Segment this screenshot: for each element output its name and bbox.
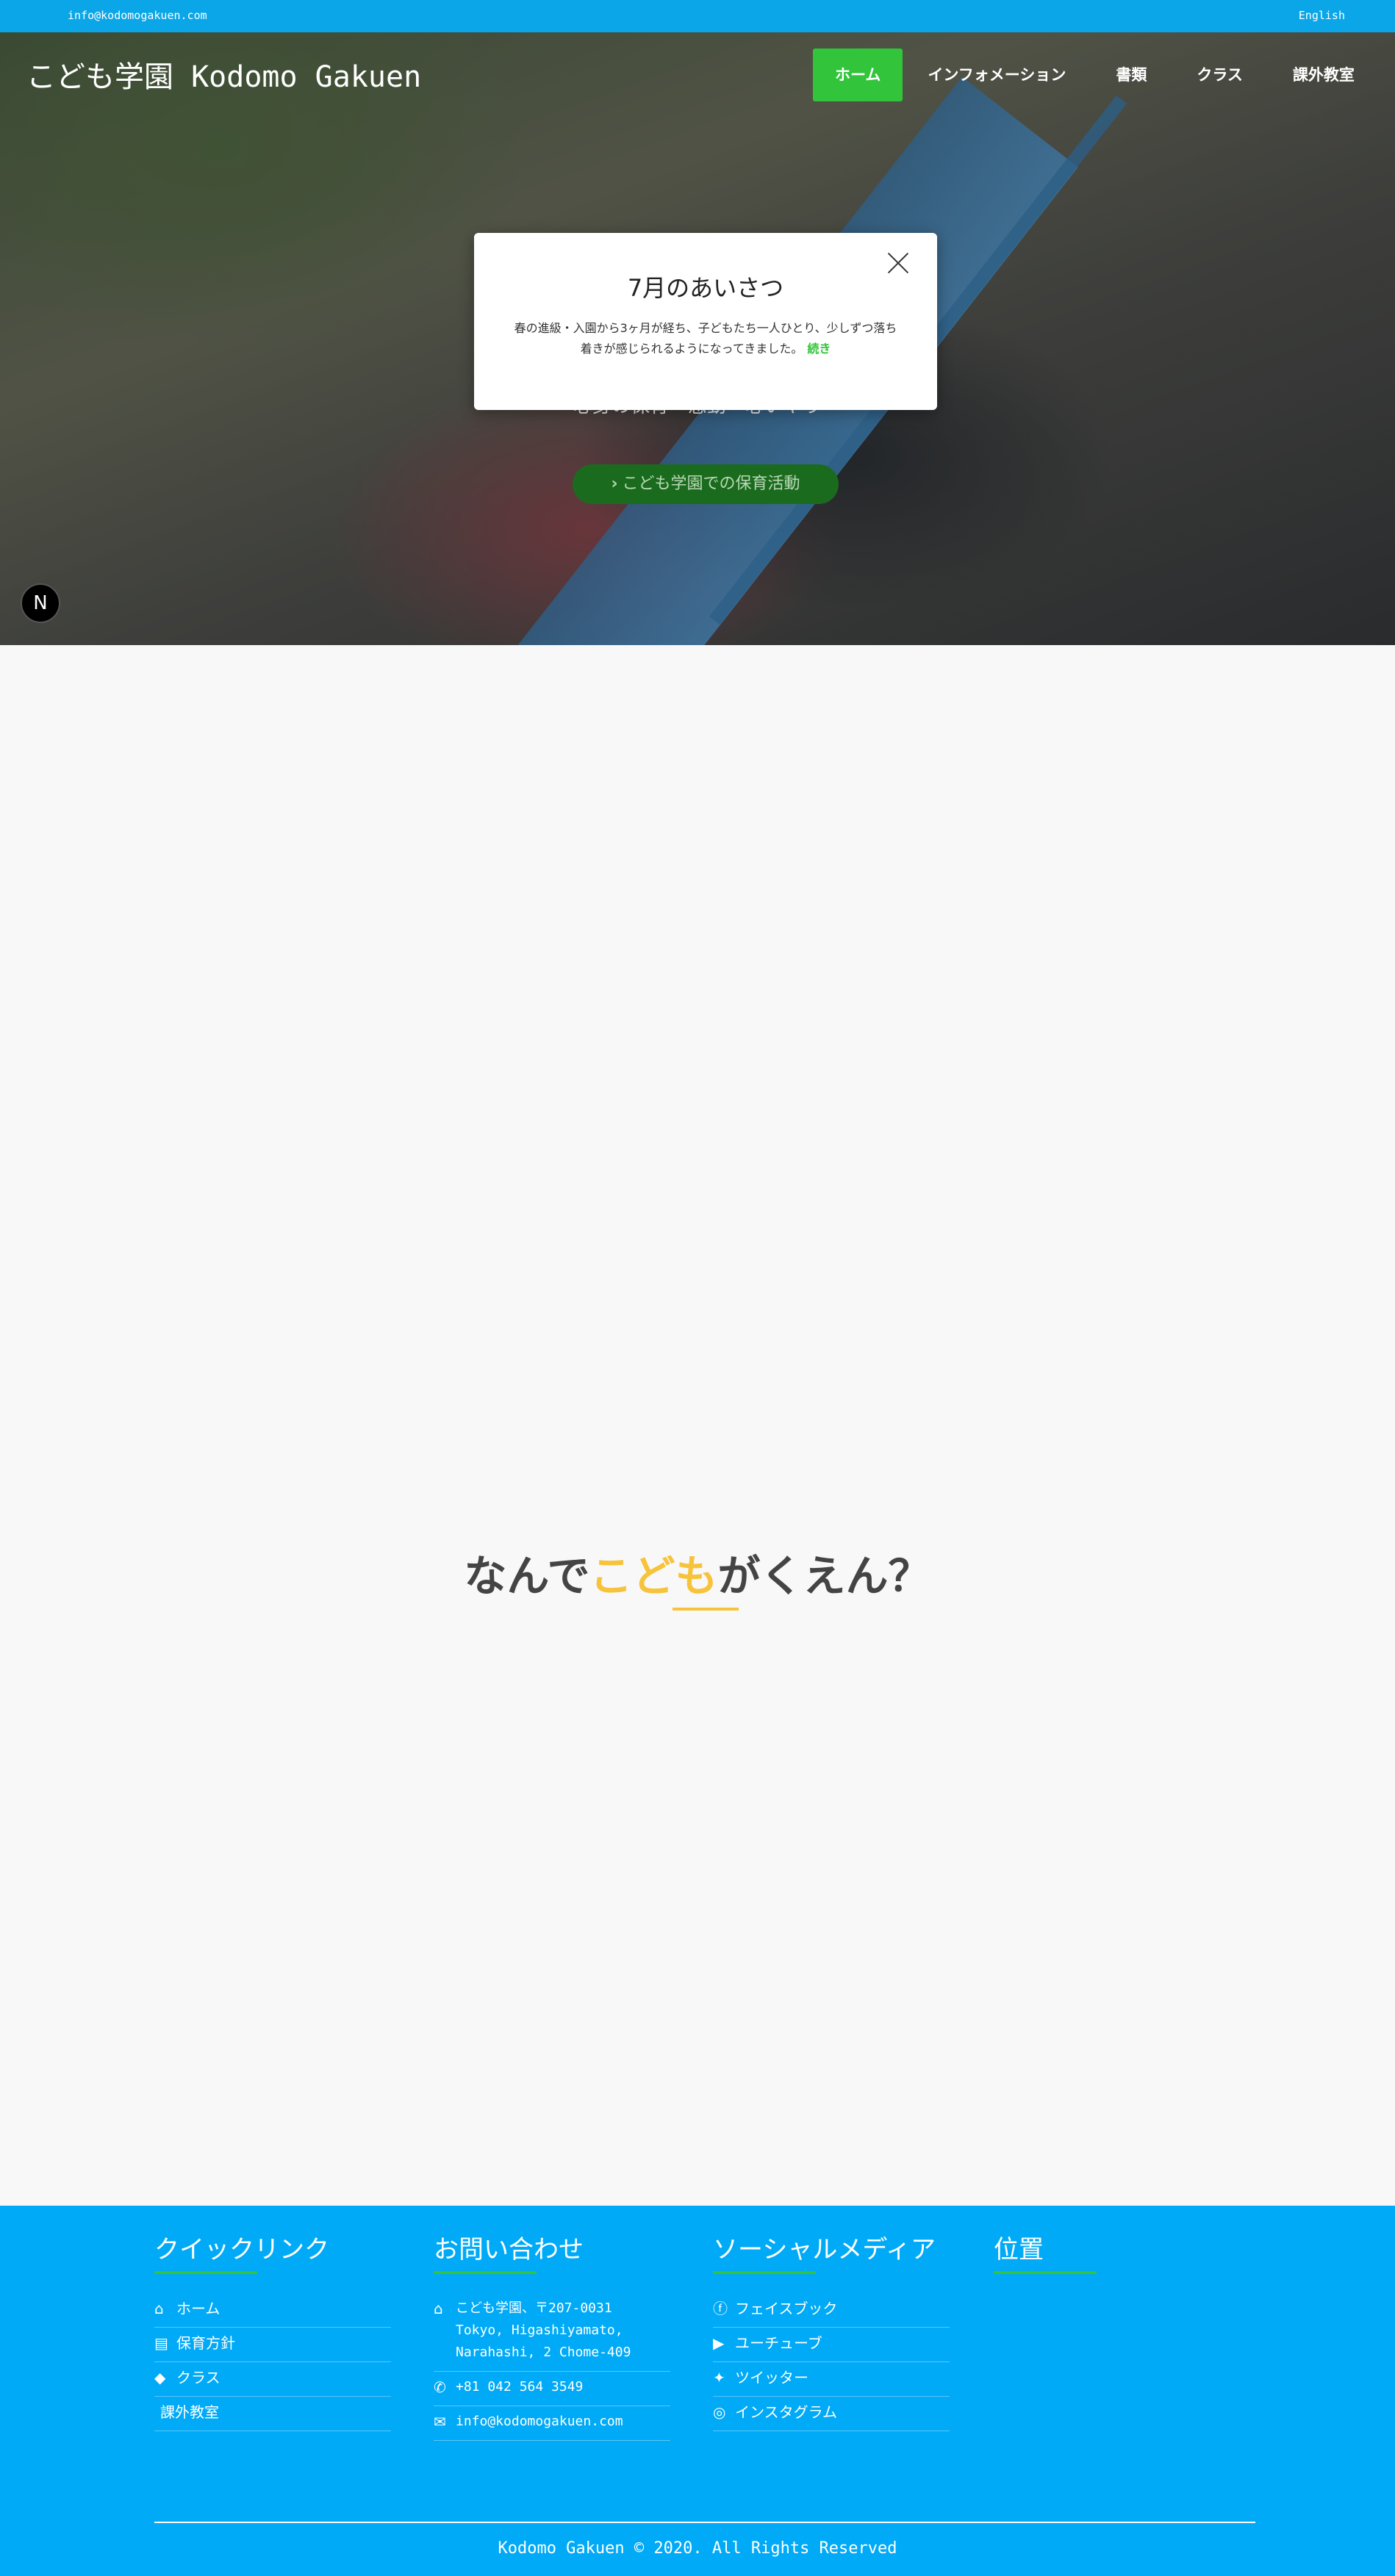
contact-email[interactable]: ✉ info@kodomogakuen.com bbox=[434, 2406, 670, 2441]
why-heading-after: がくえん？ bbox=[717, 1551, 931, 1601]
quicklink-label: 保育方針 bbox=[176, 2334, 235, 2352]
modal-title: 7月のあいさつ bbox=[627, 274, 784, 302]
quicklinks-title: クイックリンク bbox=[154, 2235, 329, 2264]
quicklink-extracurricular[interactable]: 課外教室 bbox=[154, 2397, 391, 2431]
footer-contact: お問い合わせ ⌂ こども学園、〒207-0031 Tokyo, Higashiya… bbox=[434, 2229, 670, 2441]
footer-divider bbox=[154, 2522, 1255, 2523]
social-label: ツイッター bbox=[735, 2369, 808, 2386]
contact-title: お問い合わせ bbox=[434, 2235, 584, 2264]
twitter-icon: ✦ bbox=[713, 2369, 725, 2386]
social-label: インスタグラム bbox=[735, 2403, 837, 2421]
contact-underline bbox=[434, 2271, 537, 2274]
top-bar: info@kodomogakuen.com English bbox=[0, 0, 1395, 32]
chevron-right-icon: › bbox=[611, 475, 618, 493]
contact-phone[interactable]: ✆ +81 042 564 3549 bbox=[434, 2372, 670, 2406]
n-logo-badge[interactable]: N bbox=[21, 583, 60, 623]
phone-text: +81 042 564 3549 bbox=[456, 2379, 584, 2395]
greeting-modal: 7月のあいさつ 春の進級・入園から3ヶ月が経ち、子どもたち一人ひとり、少しずつ落… bbox=[474, 233, 937, 410]
location-underline bbox=[994, 2271, 1097, 2274]
nav-item-extracurricular[interactable]: 課外教室 bbox=[1268, 48, 1380, 101]
quicklink-home[interactable]: ⌂ ホーム bbox=[154, 2293, 391, 2328]
email-text: info@kodomogakuen.com bbox=[456, 2414, 623, 2429]
quicklinks-underline bbox=[154, 2271, 257, 2274]
quicklink-label: 課外教室 bbox=[160, 2403, 219, 2421]
social-title: ソーシャルメディア bbox=[713, 2235, 936, 2264]
why-heading: なんでこどもがくえん？ bbox=[0, 1541, 1395, 1603]
footer-quicklinks: クイックリンク ⌂ ホーム ▤ 保育方針 ◆ クラス 課外教室 bbox=[154, 2229, 391, 2431]
hero-cta-label: こども学園での保育活動 bbox=[622, 475, 800, 493]
social-youtube[interactable]: ▶ ユーチューブ bbox=[713, 2328, 950, 2362]
copyright: Kodomo Gakuen © 2020. All Rights Reserve… bbox=[498, 2539, 897, 2558]
language-switch-link[interactable]: English bbox=[1299, 9, 1345, 22]
why-heading-highlight: こども bbox=[589, 1551, 718, 1601]
address-text: こども学園、〒207-0031 Tokyo, Higashiyamato, Na… bbox=[456, 2300, 631, 2360]
social-label: ユーチューブ bbox=[735, 2334, 822, 2352]
graduation-cap-icon: ◆ bbox=[154, 2369, 166, 2386]
main-nav: ホーム インフォメーション 書類 クラス 課外教室 bbox=[813, 48, 1380, 101]
location-title: 位置 bbox=[994, 2235, 1044, 2264]
site-footer: クイックリンク ⌂ ホーム ▤ 保育方針 ◆ クラス 課外教室 お問い合わせ ⌂ こども… bbox=[0, 2206, 1395, 2576]
quicklink-policy[interactable]: ▤ 保育方針 bbox=[154, 2328, 391, 2362]
modal-body: 春の進級・入園から3ヶ月が経ち、子どもたち一人ひとり、少しずつ落ち着きが感じられ… bbox=[511, 318, 900, 359]
instagram-icon: ◎ bbox=[713, 2403, 726, 2421]
youtube-icon: ▶ bbox=[713, 2334, 725, 2352]
social-twitter[interactable]: ✦ ツイッター bbox=[713, 2362, 950, 2397]
social-instagram[interactable]: ◎ インスタグラム bbox=[713, 2397, 950, 2431]
footer-social: ソーシャルメディア ⓕ フェイスブック ▶ ユーチューブ ✦ ツイッター ◎ インスタグ… bbox=[713, 2229, 950, 2431]
contact-address: ⌂ こども学園、〒207-0031 Tokyo, Higashiyamato, N… bbox=[434, 2293, 670, 2372]
id-card-icon: ▤ bbox=[154, 2334, 168, 2352]
home-icon: ⌂ bbox=[434, 2300, 443, 2317]
nav-item-classes[interactable]: クラス bbox=[1172, 48, 1268, 101]
site-brand[interactable]: こども学園 Kodomo Gakuen bbox=[26, 53, 421, 96]
facebook-icon: ⓕ bbox=[713, 2300, 728, 2317]
nav-item-home[interactable]: ホーム bbox=[813, 48, 903, 101]
quicklink-classes[interactable]: ◆ クラス bbox=[154, 2362, 391, 2397]
quicklink-label: ホーム bbox=[176, 2300, 220, 2317]
quicklink-label: クラス bbox=[176, 2369, 220, 2386]
why-underline bbox=[673, 1608, 739, 1611]
blank-icon bbox=[154, 2401, 160, 2423]
read-more-link[interactable]: 続き bbox=[807, 342, 831, 356]
envelope-icon: ✉ bbox=[434, 2413, 446, 2431]
nav-item-information[interactable]: インフォメーション bbox=[903, 48, 1091, 101]
phone-icon: ✆ bbox=[434, 2378, 446, 2396]
modal-body-text: 春の進級・入園から3ヶ月が経ち、子どもたち一人ひとり、少しずつ落ち着きが感じられ… bbox=[514, 321, 897, 356]
why-heading-before: なんで bbox=[464, 1551, 590, 1601]
home-icon: ⌂ bbox=[154, 2300, 164, 2317]
social-underline bbox=[713, 2271, 816, 2274]
nav-item-documents[interactable]: 書類 bbox=[1091, 48, 1172, 101]
social-facebook[interactable]: ⓕ フェイスブック bbox=[713, 2293, 950, 2328]
footer-location: 位置 bbox=[994, 2229, 1230, 2293]
hero-cta-button[interactable]: › こども学園での保育活動 bbox=[573, 464, 839, 504]
topbar-email-link[interactable]: info@kodomogakuen.com bbox=[68, 9, 207, 22]
social-label: フェイスブック bbox=[735, 2300, 838, 2317]
